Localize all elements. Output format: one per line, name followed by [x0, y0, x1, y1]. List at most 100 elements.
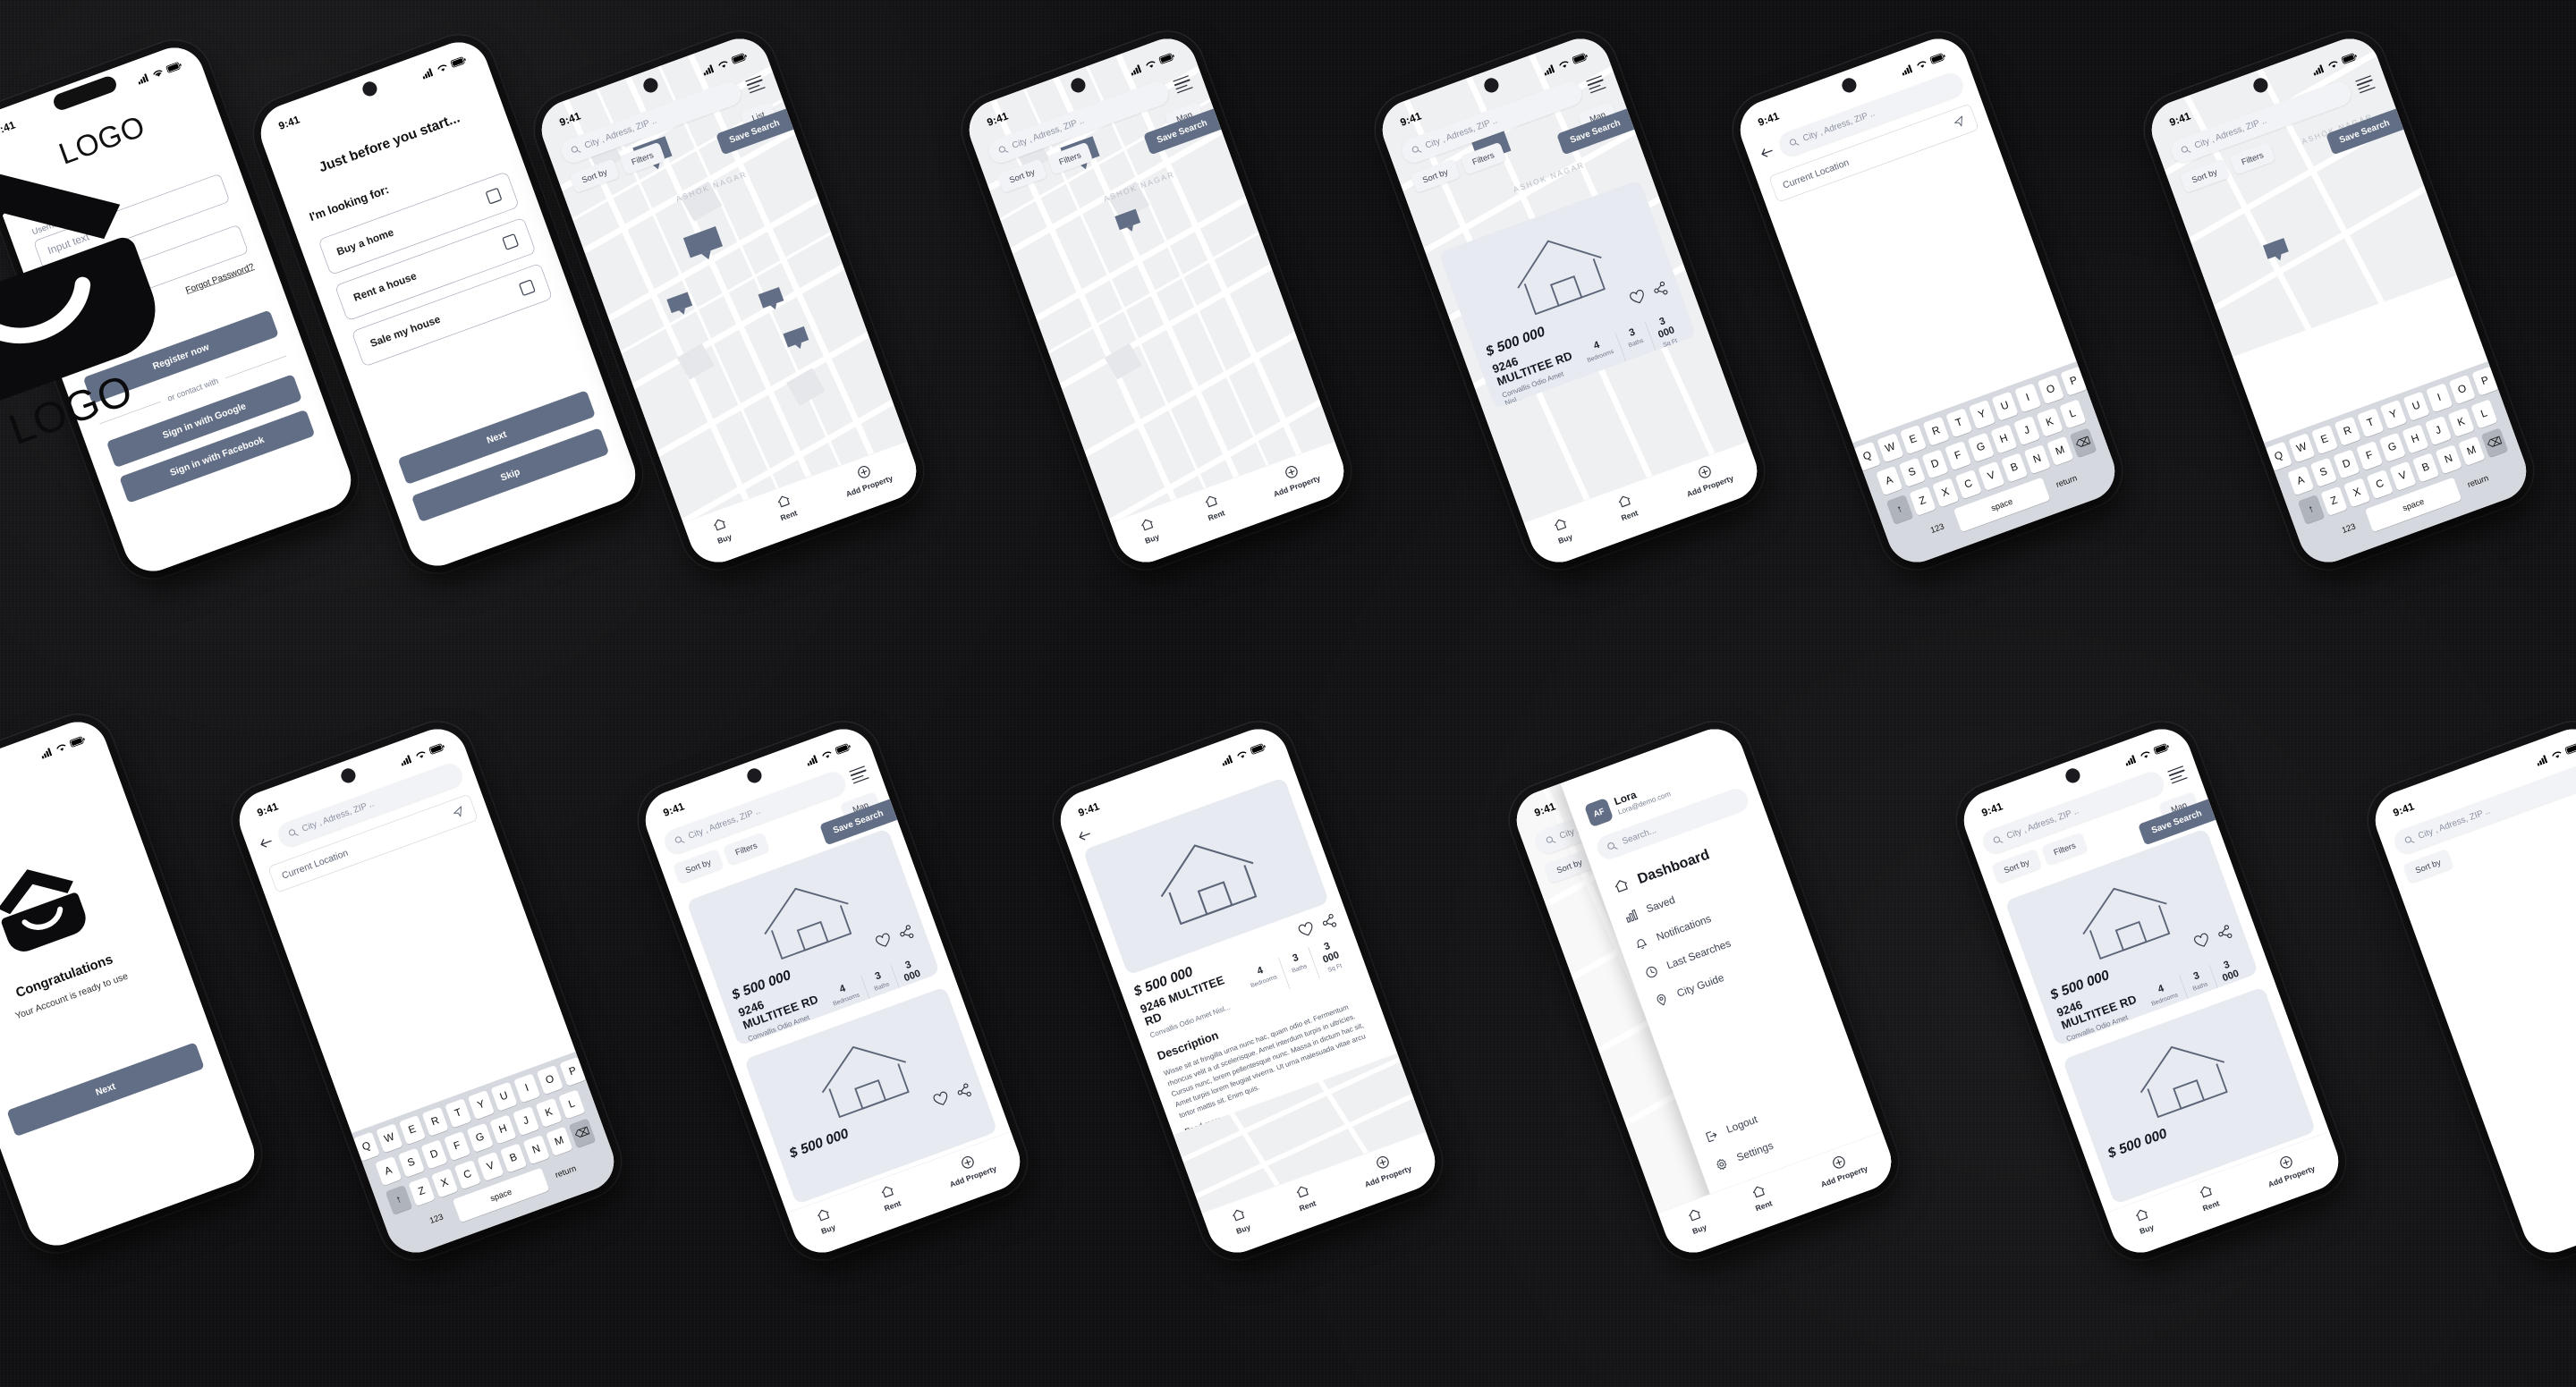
menu-icon[interactable]	[745, 75, 766, 94]
key[interactable]: V	[1978, 461, 2005, 491]
checkbox-icon[interactable]	[518, 279, 536, 297]
key[interactable]: M	[546, 1126, 573, 1156]
sort-by-button[interactable]: Sort by	[2402, 849, 2453, 884]
virtual-keyboard[interactable]: Q W E R T Y U I O P A S D F G H J K L ↑ …	[1852, 361, 2123, 571]
key[interactable]: T	[2357, 408, 2385, 438]
key[interactable]: V	[2389, 461, 2417, 491]
key[interactable]: Y	[467, 1089, 496, 1121]
key[interactable]: U	[2402, 391, 2430, 421]
nav-buy[interactable]: Buy	[710, 515, 733, 545]
nav-add-property[interactable]: Add Property	[2261, 1147, 2316, 1189]
key[interactable]: F	[444, 1130, 471, 1162]
key[interactable]: E	[1899, 424, 1928, 455]
key[interactable]: R	[1922, 416, 1950, 446]
key[interactable]: L	[558, 1089, 586, 1120]
key[interactable]: E	[2310, 424, 2339, 455]
key[interactable]: N	[522, 1135, 550, 1165]
key[interactable]: X	[2343, 478, 2371, 508]
key[interactable]: P	[559, 1056, 587, 1087]
key[interactable]: Z	[1909, 486, 1936, 516]
key[interactable]: O	[2037, 374, 2065, 405]
key[interactable]: L	[2470, 399, 2498, 429]
key[interactable]: I	[513, 1073, 541, 1104]
key[interactable]: I	[2426, 383, 2453, 413]
nav-rent[interactable]: Rent	[1200, 492, 1226, 522]
key[interactable]: K	[535, 1097, 563, 1128]
key[interactable]: C	[453, 1160, 481, 1190]
nav-buy[interactable]: Buy	[2132, 1205, 2155, 1236]
key[interactable]: X	[1932, 478, 1960, 508]
nav-add-property[interactable]: Add Property	[1680, 457, 1734, 499]
key[interactable]: Q	[1853, 441, 1881, 471]
numbers-key[interactable]: 123	[1917, 511, 1957, 545]
backspace-key[interactable]: ⌫	[568, 1118, 597, 1148]
numbers-key[interactable]: 123	[416, 1201, 456, 1236]
key[interactable]: A	[1876, 465, 1903, 496]
key[interactable]: W	[376, 1123, 403, 1154]
key[interactable]: Y	[2379, 399, 2408, 430]
back-arrow-icon[interactable]	[1758, 145, 1775, 160]
menu-icon[interactable]	[849, 765, 869, 784]
back-arrow-icon[interactable]	[258, 835, 274, 850]
nav-rent[interactable]: Rent	[1292, 1182, 1318, 1213]
nav-add-property[interactable]: Add Property	[943, 1147, 997, 1189]
backspace-key[interactable]: ⌫	[2069, 427, 2097, 458]
key[interactable]: E	[398, 1114, 427, 1146]
key[interactable]: Q	[2265, 441, 2292, 471]
checkbox-icon[interactable]	[485, 187, 503, 205]
nav-buy[interactable]: Buy	[814, 1205, 836, 1236]
key[interactable]: G	[2378, 432, 2406, 462]
heart-icon[interactable]	[931, 1090, 951, 1109]
key[interactable]: O	[2448, 374, 2477, 405]
nav-rent[interactable]: Rent	[773, 492, 799, 522]
key[interactable]: D	[1921, 449, 1949, 479]
key[interactable]: R	[2334, 416, 2361, 446]
key[interactable]: O	[536, 1064, 564, 1095]
key[interactable]: I	[2014, 383, 2042, 413]
key[interactable]: C	[2366, 469, 2394, 500]
key[interactable]: M	[2458, 436, 2486, 466]
key[interactable]: M	[2046, 436, 2074, 466]
key[interactable]: A	[375, 1155, 402, 1187]
key[interactable]: B	[499, 1143, 528, 1173]
backspace-key[interactable]: ⌫	[2480, 427, 2509, 458]
key[interactable]: Z	[2320, 486, 2348, 516]
key[interactable]: S	[397, 1147, 426, 1178]
key[interactable]: W	[1877, 433, 1904, 463]
nav-buy[interactable]: Buy	[1138, 515, 1160, 545]
return-key[interactable]: return	[546, 1154, 586, 1189]
nav-rent[interactable]: Rent	[2195, 1182, 2221, 1213]
key[interactable]: U	[1991, 391, 2019, 421]
key[interactable]: G	[466, 1122, 494, 1153]
key[interactable]: H	[489, 1114, 517, 1145]
virtual-keyboard[interactable]: Q W E R T Y U I O P A S D F G H J K L ↑ …	[352, 1052, 623, 1261]
checkbox-icon[interactable]	[502, 233, 520, 250]
key[interactable]: H	[1990, 424, 2018, 454]
key[interactable]: K	[2036, 407, 2063, 437]
key[interactable]: P	[2060, 366, 2088, 396]
key[interactable]: P	[2471, 366, 2499, 396]
shift-key[interactable]: ↑	[1885, 495, 1914, 525]
shift-key[interactable]: ↑	[2297, 495, 2326, 525]
key[interactable]: C	[1954, 469, 1982, 500]
key[interactable]: U	[490, 1081, 518, 1112]
key[interactable]: Y	[1968, 399, 1996, 430]
key[interactable]: G	[1967, 432, 1995, 462]
key[interactable]: L	[2059, 399, 2087, 429]
nav-add-property[interactable]: Add Property	[839, 457, 894, 499]
numbers-key[interactable]: 123	[2328, 511, 2368, 545]
key[interactable]: J	[512, 1106, 540, 1137]
shift-key[interactable]: ↑	[385, 1185, 413, 1215]
key[interactable]: Q	[352, 1131, 380, 1162]
virtual-keyboard[interactable]: Q W E R T Y U I O P A S D F G H J K L ↑ …	[2264, 361, 2535, 571]
nav-buy[interactable]: Buy	[1229, 1205, 1251, 1236]
key[interactable]: N	[2435, 444, 2462, 475]
key[interactable]: T	[1945, 408, 1973, 438]
key[interactable]: N	[2023, 444, 2051, 475]
key[interactable]: F	[1945, 440, 1972, 471]
nav-add-property[interactable]: Add Property	[1358, 1147, 1412, 1189]
return-key[interactable]: return	[2458, 464, 2498, 499]
nav-add-property[interactable]: Add Property	[1267, 457, 1321, 499]
key[interactable]: R	[421, 1106, 449, 1137]
menu-icon[interactable]	[1173, 75, 1193, 94]
